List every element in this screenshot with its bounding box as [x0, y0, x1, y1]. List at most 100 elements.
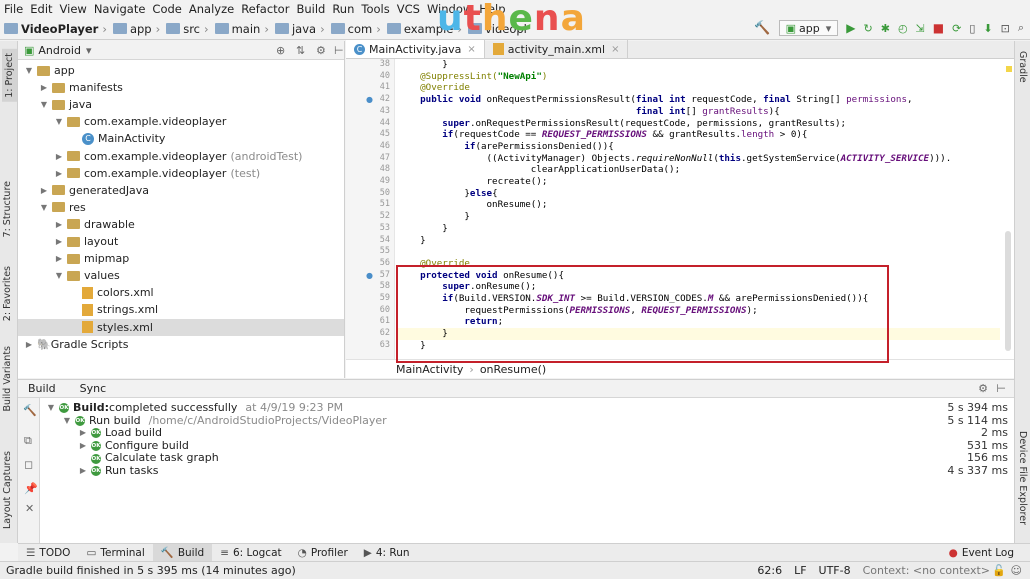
profile-icon[interactable]: ◴ [898, 22, 908, 35]
tab-editor-file[interactable]: activity_main.xml × [485, 40, 629, 58]
search-icon[interactable]: ⌕ [1018, 21, 1024, 35]
tree-item[interactable]: ▼ com.example.videoplayer [18, 113, 344, 130]
collapse-icon[interactable]: ⇅ [296, 44, 305, 57]
menu-edit[interactable]: Edit [30, 2, 52, 16]
breadcrumb-item[interactable]: app › [112, 22, 164, 36]
chevron-down-icon[interactable]: ▾ [86, 44, 92, 57]
menu-tools[interactable]: Tools [361, 2, 389, 16]
tree-item[interactable]: strings.xml [18, 301, 344, 318]
code-line[interactable]: @Override [398, 82, 470, 94]
chevron-icon[interactable]: ▶ [78, 465, 88, 478]
tree-item[interactable]: ▼ res [18, 199, 344, 216]
event-log-tab[interactable]: ● Event Log [941, 544, 1022, 562]
menu-view[interactable]: View [60, 2, 87, 16]
code-line[interactable]: onResume(); [398, 199, 548, 211]
menu-file[interactable]: File [4, 2, 23, 16]
breadcrumb-item[interactable]: main › [214, 22, 273, 36]
chevron-icon[interactable]: ▶ [54, 237, 64, 246]
line-separator[interactable]: LF [794, 564, 806, 577]
tree-item[interactable]: ▶ mipmap [18, 250, 344, 267]
apply-changes-icon[interactable]: ↻ [864, 22, 873, 35]
attach-debugger-icon[interactable]: ⇲ [916, 22, 925, 35]
tree-item[interactable]: colors.xml [18, 284, 344, 301]
tab-favorites[interactable]: 2: Favorites [2, 266, 13, 321]
code-line[interactable]: if(arePermissionsDenied()){ [398, 141, 613, 153]
tab-sync[interactable]: Sync [66, 382, 121, 395]
code-line[interactable]: } [398, 211, 470, 223]
build-row[interactable]: ▶ OK Load build [78, 427, 162, 440]
tab-tool-window[interactable]: ☰ TODO [18, 544, 78, 562]
chevron-icon[interactable]: ▶ [78, 427, 88, 440]
pin-icon[interactable]: 📌 [24, 482, 38, 495]
toggle-view-icon[interactable]: ⧉ [24, 434, 32, 448]
caret-position[interactable]: 62:6 [757, 564, 782, 577]
gear-icon[interactable]: ⚙ [978, 382, 988, 395]
chevron-icon[interactable]: ▶ [54, 169, 64, 178]
breadcrumb-class[interactable]: MainActivity [396, 363, 463, 376]
tab-tool-window[interactable]: 🔨 Build [152, 543, 213, 562]
tree-item[interactable]: ▶ manifests [18, 79, 344, 96]
code-line[interactable]: super.onRequestPermissionsResult(request… [398, 118, 846, 130]
hammer-icon[interactable]: 🔨 [23, 404, 37, 417]
tree-item[interactable]: ▶ com.example.videoplayer (androidTest) [18, 148, 344, 165]
code-line[interactable]: } [398, 235, 426, 247]
file-encoding[interactable]: UTF-8 [819, 564, 851, 577]
chevron-icon[interactable]: ▼ [46, 402, 56, 415]
tree-item[interactable]: ▶ layout [18, 233, 344, 250]
code-line[interactable]: }else{ [398, 188, 497, 200]
breadcrumb-item[interactable]: VideoPlayer › [4, 22, 111, 36]
chevron-icon[interactable]: ▼ [54, 271, 64, 280]
menu-navigate[interactable]: Navigate [94, 2, 146, 16]
build-row[interactable]: ▶ OK Run tasks [78, 464, 159, 478]
tab-tool-window[interactable]: ≡ 6: Logcat [212, 544, 289, 562]
lock-icon[interactable]: 🔓 [992, 564, 1006, 577]
tree-item[interactable]: ▶ drawable [18, 216, 344, 233]
hide-icon[interactable]: ⊢ [996, 382, 1006, 395]
code-line[interactable]: public void onRequestPermissionsResult(f… [398, 94, 912, 106]
code-line[interactable]: clearApplicationUserData(); [398, 164, 680, 176]
tree-item[interactable]: ▼ java [18, 96, 344, 113]
breadcrumb-method[interactable]: onResume() [480, 363, 546, 376]
inspector-icon[interactable]: ☺ [1011, 564, 1022, 577]
gear-icon[interactable]: ⚙ [316, 44, 326, 57]
tab-build-variants[interactable]: Build Variants [2, 346, 13, 412]
editor-scrollbar[interactable] [1003, 66, 1013, 366]
project-view-select[interactable]: Android [38, 44, 81, 57]
code-line[interactable]: if(requestCode == REQUEST_PERMISSIONS &&… [398, 129, 807, 141]
chevron-icon[interactable]: ▶ [54, 152, 64, 161]
menu-vcs[interactable]: VCS [397, 2, 420, 16]
close-icon[interactable]: × [611, 44, 619, 55]
code-line[interactable]: ((ActivityManager) Objects.requireNonNul… [398, 153, 952, 165]
stop-icon[interactable]: ◻ [24, 458, 33, 471]
tree-item[interactable]: ▶ com.example.videoplayer (test) [18, 165, 344, 182]
run-icon[interactable]: ▶ [846, 21, 855, 35]
tab-structure[interactable]: 7: Structure [2, 181, 13, 237]
menu-analyze[interactable]: Analyze [189, 2, 234, 16]
chevron-icon[interactable]: ▶ [54, 254, 64, 263]
code-line[interactable]: } [398, 59, 448, 71]
tree-item[interactable]: ▶ 🐘 Gradle Scripts [18, 336, 344, 353]
chevron-icon[interactable]: ▶ [39, 83, 49, 92]
code-line[interactable]: recreate(); [398, 176, 548, 188]
stop-icon[interactable]: ■ [933, 21, 944, 35]
breadcrumb-item[interactable]: com › [330, 22, 385, 36]
override-marker-icon[interactable]: ● [366, 270, 373, 282]
tab-device-file-explorer[interactable]: Device File Explorer [1017, 431, 1028, 525]
override-marker-icon[interactable]: ● [366, 94, 373, 106]
chevron-icon[interactable]: ▼ [39, 203, 49, 212]
avd-manager-icon[interactable]: ▯ [969, 22, 975, 35]
sync-gradle-icon[interactable]: ⟳ [952, 22, 961, 35]
status-message[interactable]: Gradle build finished in 5 s 395 ms (14 … [6, 564, 296, 577]
chevron-icon[interactable]: ▼ [24, 66, 34, 75]
scroll-thumb[interactable] [1005, 231, 1011, 351]
menu-refactor[interactable]: Refactor [241, 2, 289, 16]
chevron-icon[interactable]: ▶ [39, 186, 49, 195]
code-line[interactable]: final int[] grantResults){ [398, 106, 780, 118]
chevron-icon[interactable]: ▶ [78, 440, 88, 453]
chevron-icon[interactable]: ▶ [54, 220, 64, 229]
tab-project[interactable]: 1: Project [2, 49, 17, 102]
layout-inspector-icon[interactable]: ⊡ [1001, 22, 1010, 35]
code-line[interactable]: } [398, 223, 448, 235]
run-config-select[interactable]: ▣ app ▾ [778, 20, 839, 36]
tree-item[interactable]: styles.xml [18, 318, 344, 336]
